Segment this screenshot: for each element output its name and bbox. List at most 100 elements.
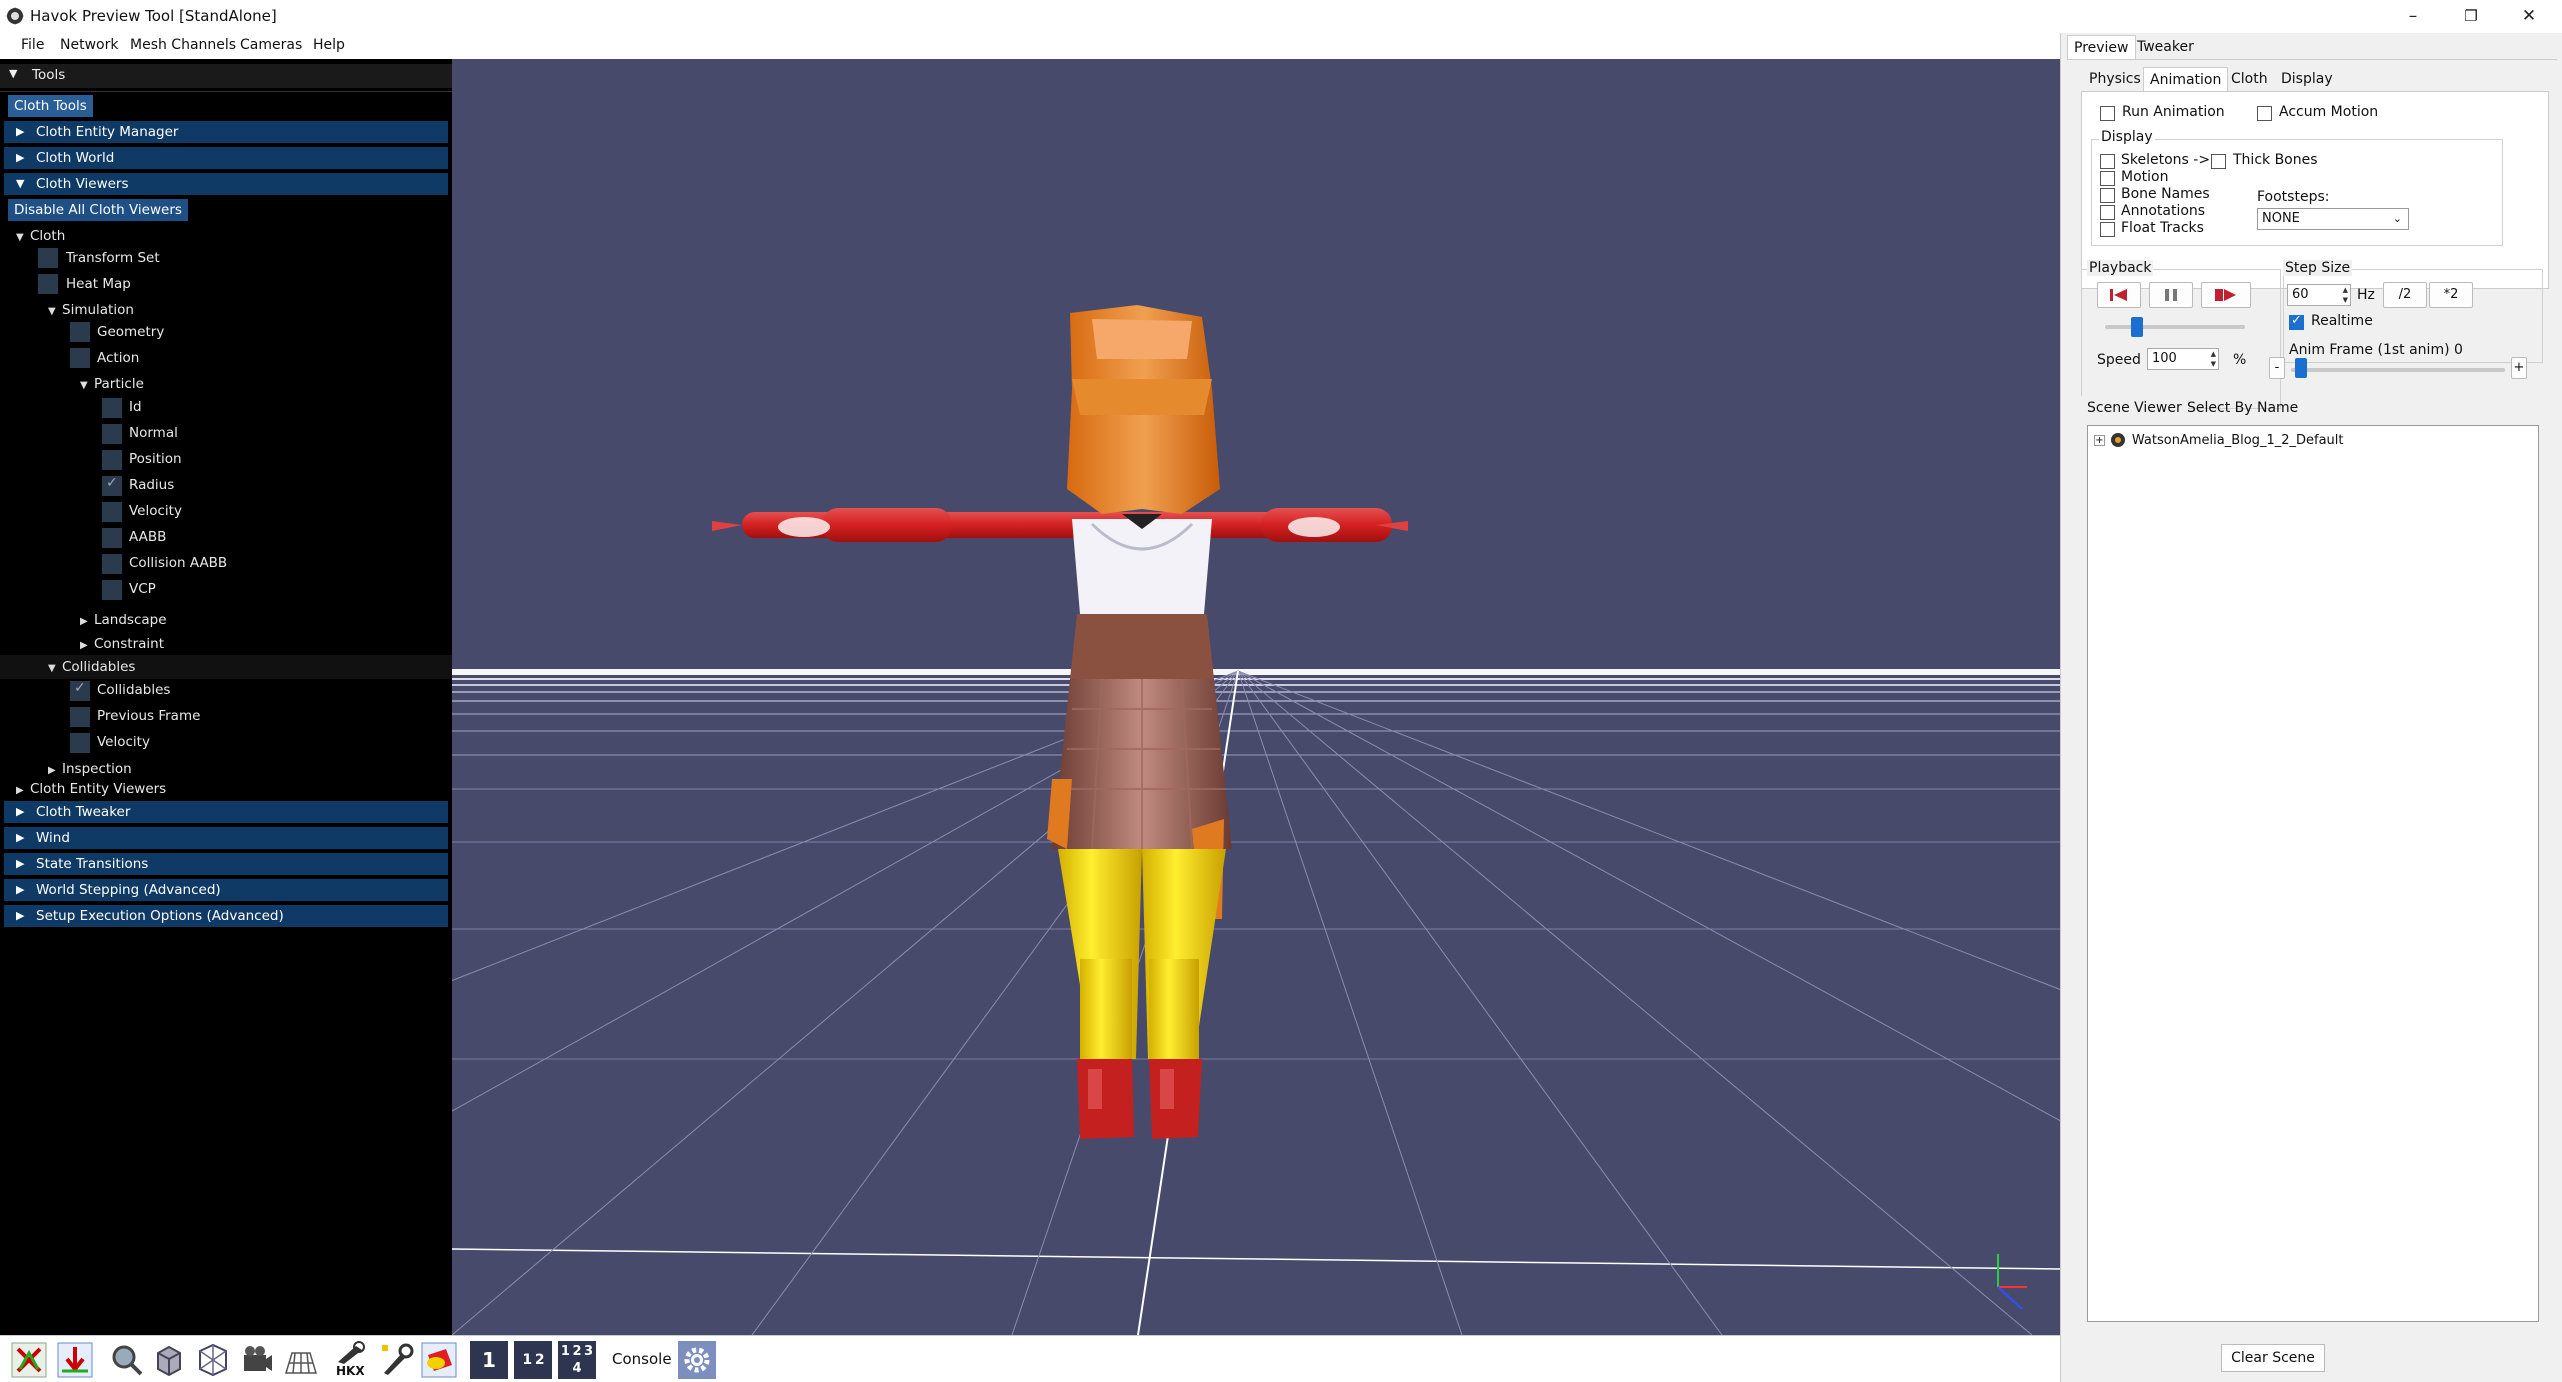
float-tracks-checkbox[interactable] [2100,222,2115,237]
camera-icon[interactable] [238,1341,276,1379]
halve-step-button[interactable]: /2 [2383,282,2427,308]
section-wind[interactable]: ▶ Wind [4,827,448,849]
tab-tweaker[interactable]: Tweaker [2131,35,2200,59]
checkbox-particle-7[interactable] [102,580,122,600]
double-step-button[interactable]: *2 [2429,282,2473,308]
play-button[interactable] [2201,282,2251,308]
section-cloth-world[interactable]: ▶ Cloth World [4,147,448,169]
tab-animation[interactable]: Animation [2143,67,2229,91]
box-select-icon[interactable] [194,1341,232,1379]
disable-all-cloth-viewers-button[interactable]: Disable All Cloth Viewers [8,199,188,221]
checkbox-action[interactable] [70,348,90,368]
checkbox-particle-3[interactable] [102,475,122,496]
anim-frame-slider-track[interactable] [2291,368,2505,372]
checkbox-geometry[interactable] [70,322,90,342]
checkbox-particle-6[interactable] [102,554,122,574]
tree-node-particle[interactable]: ▼ Particle [80,373,144,395]
checkbox-particle-1[interactable] [102,424,122,444]
3d-viewport[interactable] [452,59,2060,1335]
tool-cross-icon[interactable] [10,1341,48,1379]
motion-checkbox[interactable] [2100,171,2115,186]
tab-display[interactable]: Display [2275,67,2339,91]
step-size-input[interactable]: 60 ▲ ▼ [2287,284,2351,306]
tools-header[interactable]: ▼ Tools [0,64,452,88]
anim-frame-slider-thumb[interactable] [2295,358,2307,378]
settings-button[interactable] [678,1341,716,1379]
rewind-icon [2110,289,2127,301]
maximize-button[interactable]: ❐ [2442,2,2500,30]
rewind-button[interactable] [2097,282,2141,308]
tree-node-collidables[interactable]: ▼ Collidables [48,656,135,678]
section-cloth-entity-manager[interactable]: ▶ Cloth Entity Manager [4,121,448,143]
playback-slider-track[interactable] [2105,325,2245,329]
expand-plus-icon[interactable]: + [2094,434,2105,446]
layout-dual-button[interactable]: 1 2 [514,1341,552,1379]
tree-node-landscape[interactable]: ▶ Landscape [80,609,167,631]
clear-scene-button[interactable]: Clear Scene [2221,1344,2325,1372]
tab-preview[interactable]: Preview [2067,35,2136,59]
section-cloth-viewers[interactable]: ▼ Cloth Viewers [4,173,448,195]
tab-scene-viewer[interactable]: Scene Viewer [2081,396,2188,420]
section-label: Cloth Viewers [36,176,129,192]
hkx-file-icon[interactable]: HKX [330,1340,370,1380]
tree-node-cloth[interactable]: ▼ Cloth [16,225,65,247]
tree-node-simulation[interactable]: ▼ Simulation [48,299,134,321]
menu-mesh-channels[interactable]: Mesh Channels [130,37,236,53]
scene-tree-root[interactable]: + WatsonAmelia_Blog_1_2_Default [2094,430,2343,450]
anim-frame-plus-button[interactable]: + [2511,357,2527,379]
cloth-tools-button[interactable]: Cloth Tools [8,95,93,117]
magnifier-icon[interactable] [108,1341,146,1379]
record-icon[interactable] [420,1341,458,1379]
checkbox-particle-4[interactable] [102,502,122,522]
pause-button[interactable] [2149,282,2193,308]
skeletons-checkbox[interactable] [2100,154,2115,169]
menu-file[interactable]: File [21,37,44,53]
section-world-stepping[interactable]: ▶ World Stepping (Advanced) [4,879,448,901]
section-cloth-tweaker[interactable]: ▶ Cloth Tweaker [4,801,448,823]
section-label: Cloth World [36,150,115,166]
checkbox-particle-2[interactable] [102,450,122,470]
playback-slider-thumb[interactable] [2131,317,2143,337]
tab-cloth[interactable]: Cloth [2225,67,2274,91]
layout-single-button[interactable]: 1 [470,1341,508,1379]
checkbox-collidable-0[interactable] [70,680,90,701]
thick-bones-checkbox[interactable] [2211,154,2226,169]
layout-quad-button[interactable]: 1 2 3 4 [558,1341,596,1379]
annotations-checkbox[interactable] [2100,205,2115,220]
tree-node-cloth-entity-viewers[interactable]: ▶ Cloth Entity Viewers [16,778,166,800]
console-button[interactable]: Console [612,1350,672,1368]
accum-motion-checkbox[interactable] [2257,106,2272,121]
section-setup-execution-options[interactable]: ▶ Setup Execution Options (Advanced) [4,905,448,927]
checkbox-particle-5[interactable] [102,528,122,548]
bone-names-checkbox[interactable] [2100,188,2115,203]
section-label: Cloth Entity Manager [36,124,179,140]
section-state-transitions[interactable]: ▶ State Transitions [4,853,448,875]
checkbox-particle-0[interactable] [102,398,122,418]
minimize-button[interactable]: – [2384,2,2442,30]
menu-network[interactable]: Network [60,37,118,53]
anim-frame-minus-button[interactable]: - [2269,357,2285,379]
checkbox-collidable-2[interactable] [70,733,90,753]
tree-node-constraint[interactable]: ▶ Constraint [80,633,164,655]
label-heat-map: Heat Map [66,276,131,292]
tab-physics[interactable]: Physics [2083,67,2147,91]
run-animation-checkbox[interactable] [2100,106,2115,121]
checkbox-collidable-1[interactable] [70,707,90,727]
checkbox-heat-map[interactable] [38,274,58,294]
label-particle-item: Radius [129,477,175,493]
arrow-down-icon[interactable] [56,1341,94,1379]
menu-help[interactable]: Help [313,37,345,53]
collapse-triangle-icon: ▼ [16,177,25,190]
scene-tree[interactable]: + WatsonAmelia_Blog_1_2_Default [2087,425,2539,1322]
checkbox-transform-set[interactable] [38,248,58,268]
tree-node-inspection[interactable]: ▶ Inspection [48,758,132,780]
wrench-icon[interactable] [378,1341,416,1379]
close-button[interactable]: ✕ [2500,2,2558,30]
grid-icon[interactable] [282,1341,320,1379]
footsteps-select[interactable]: NONE ⌄ [2257,208,2409,230]
realtime-checkbox[interactable] [2289,313,2304,330]
tab-select-by-name[interactable]: Select By Name [2181,396,2304,420]
cube-icon[interactable] [150,1341,188,1379]
speed-input[interactable]: 100 ▲ ▼ [2147,348,2219,370]
menu-cameras[interactable]: Cameras [240,37,302,53]
